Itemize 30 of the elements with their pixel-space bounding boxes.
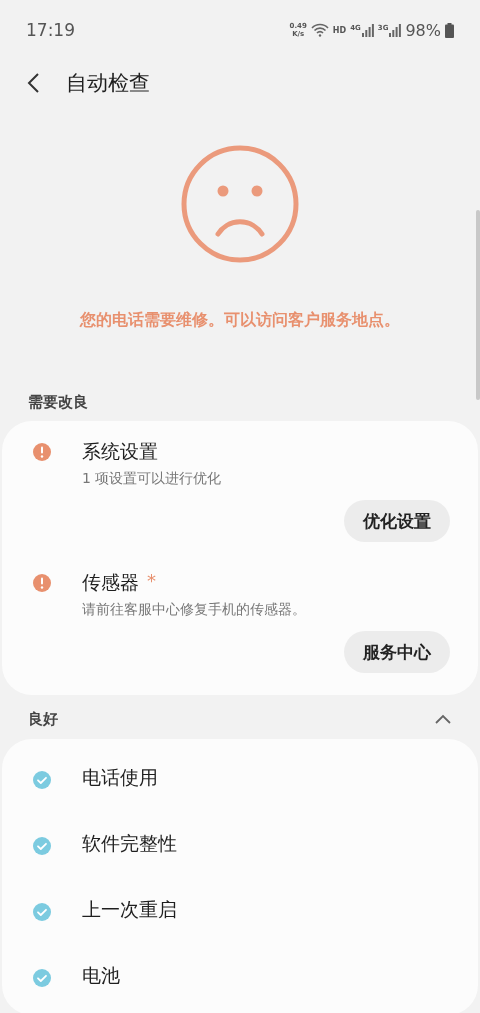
hd-label: HD <box>332 25 347 35</box>
check-item-title[interactable]: 传感器 <box>82 570 139 596</box>
battery-icon <box>445 22 454 38</box>
section-header: 良好 <box>28 709 58 729</box>
warning-icon <box>32 442 52 462</box>
check-item-title[interactable]: 电池 <box>82 963 450 989</box>
check-item-title[interactable]: 上一次重启 <box>82 897 450 923</box>
check-icon <box>32 769 52 790</box>
section-header: 需要改良 <box>28 392 88 412</box>
page-title: 自动检查 <box>66 70 150 97</box>
check-item-title[interactable]: 系统设置 <box>82 439 158 465</box>
signal-icon <box>389 23 402 37</box>
check-item-description: 请前往客服中心修复手机的传感器。 <box>82 601 307 619</box>
check-icon <box>32 835 52 856</box>
asterisk-mark: * <box>147 570 156 591</box>
check-item-title[interactable]: 电话使用 <box>82 765 450 791</box>
warning-icon <box>32 573 52 593</box>
check-item-title[interactable]: 软件完整性 <box>82 831 450 857</box>
check-icon <box>32 901 52 922</box>
signal-icon <box>361 23 374 37</box>
collapse-caret-icon[interactable] <box>434 713 452 725</box>
battery-percent: 98% <box>405 20 441 40</box>
sad-face-icon <box>180 144 300 264</box>
check-item-description: 1 项设置可以进行优化 <box>82 470 223 488</box>
status-time: 17:19 <box>26 20 75 40</box>
check-icon <box>32 967 52 988</box>
result-message: 您的电话需要维修。可以访问客户服务地点。 <box>78 310 401 331</box>
wifi-icon <box>310 23 329 37</box>
action-button[interactable]: 服务中心 <box>344 631 450 673</box>
action-button[interactable]: 优化设置 <box>344 500 450 542</box>
